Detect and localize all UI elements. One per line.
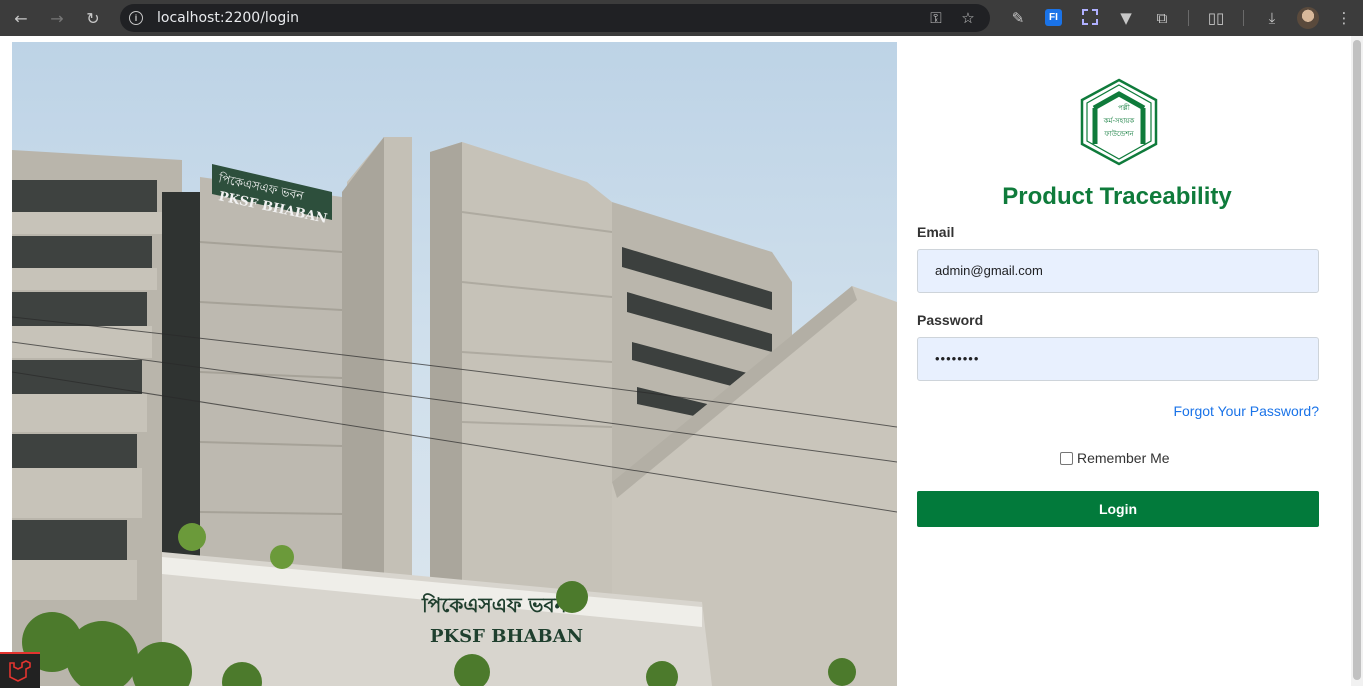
password-key-icon[interactable]: ⚿ xyxy=(924,6,948,30)
forward-icon[interactable]: → xyxy=(45,6,69,30)
email-label: Email xyxy=(917,224,955,240)
page-viewport: পিকেএসএফ ভবন PKSF BHABAN পিকেএসএফ ভবন PK… xyxy=(0,36,1363,688)
address-bar[interactable]: i localhost:2200/login ⚿ ☆ xyxy=(120,4,990,32)
download-icon[interactable]: ⤓ xyxy=(1260,6,1284,30)
extension-fi-icon[interactable]: FI xyxy=(1045,9,1062,26)
bookmark-star-icon[interactable]: ☆ xyxy=(956,6,980,30)
profile-avatar[interactable] xyxy=(1297,7,1319,29)
back-icon[interactable]: ← xyxy=(9,6,33,30)
eyedropper-icon[interactable]: ✎ xyxy=(1006,6,1030,30)
reading-list-icon[interactable]: ▯▯ xyxy=(1204,6,1228,30)
forgot-password-link[interactable]: Forgot Your Password? xyxy=(1173,403,1319,419)
browser-toolbar: ← → ↻ i localhost:2200/login ⚿ ☆ ✎ FI ▼ … xyxy=(0,0,1363,36)
reload-icon[interactable]: ↻ xyxy=(81,6,105,30)
logo-text-line1: পল্লী xyxy=(1118,103,1131,112)
remember-me-label[interactable]: Remember Me xyxy=(1077,450,1170,466)
password-label: Password xyxy=(917,312,984,328)
page-scrollbar[interactable] xyxy=(1351,36,1363,686)
page-title: Product Traceability xyxy=(1002,183,1232,210)
remember-me[interactable]: Remember Me xyxy=(1060,450,1170,466)
hero-podium-bengali: পিকেএসএফ ভবন xyxy=(421,593,568,617)
debugbar-laravel-icon[interactable] xyxy=(0,652,40,688)
address-url[interactable]: localhost:2200/login xyxy=(157,10,299,26)
extensions-puzzle-icon[interactable]: ⧉ xyxy=(1150,6,1174,30)
extension-v-icon[interactable]: ▼ xyxy=(1114,6,1138,30)
toolbar-divider xyxy=(1188,10,1189,26)
email-field[interactable]: admin@gmail.com xyxy=(917,249,1319,293)
pksf-logo: পল্লী কর্ম-সহায়ক ফাউন্ডেশন xyxy=(1080,78,1158,166)
extension-screenshot-icon[interactable] xyxy=(1082,9,1098,25)
toolbar-divider xyxy=(1243,10,1244,26)
page-gutter xyxy=(0,36,12,686)
logo-text-line3: ফাউন্ডেশন xyxy=(1103,129,1134,138)
login-panel: পল্লী কর্ম-সহায়ক ফাউন্ডেশন Product Trac… xyxy=(897,36,1351,686)
scrollbar-thumb[interactable] xyxy=(1353,40,1361,680)
remember-me-checkbox[interactable] xyxy=(1060,451,1073,465)
logo-text-line2: কর্ম-সহায়ক xyxy=(1103,117,1135,125)
password-field[interactable]: •••••••• xyxy=(917,337,1319,381)
hero-podium-english: PKSF BHABAN xyxy=(430,626,583,647)
building-illustration: পিকেএসএফ ভবন PKSF BHABAN পিকেএসএফ ভবন PK… xyxy=(12,137,897,686)
hero-building-image: পিকেএসএফ ভবন PKSF BHABAN পিকেএসএফ ভবন PK… xyxy=(12,42,897,686)
more-menu-icon[interactable]: ⋮ xyxy=(1332,6,1356,30)
login-button[interactable]: Login xyxy=(917,491,1319,527)
site-info-icon[interactable]: i xyxy=(129,11,143,25)
